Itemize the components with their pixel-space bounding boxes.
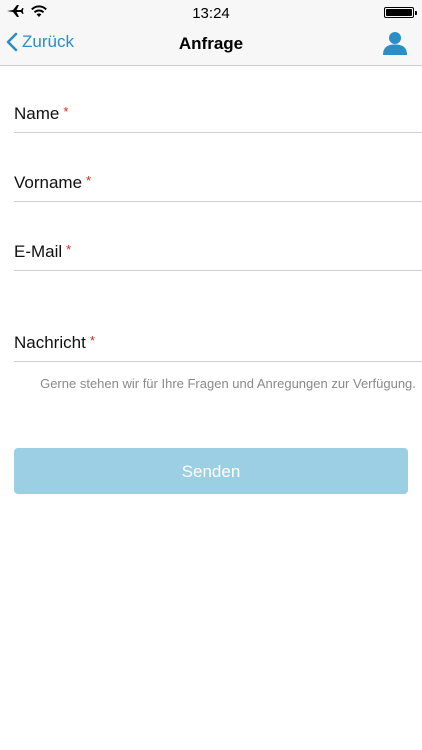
- info-text: Gerne stehen wir für Ihre Fragen und Anr…: [40, 376, 416, 391]
- nachricht-field[interactable]: Nachricht *: [14, 333, 422, 362]
- nav-bar: Zurück Anfrage: [0, 24, 422, 66]
- vorname-field[interactable]: Vorname *: [14, 173, 422, 202]
- status-bar: 13:24: [0, 0, 422, 24]
- status-time: 13:24: [192, 5, 230, 22]
- email-field[interactable]: E-Mail *: [14, 242, 422, 271]
- send-button[interactable]: Senden: [14, 448, 408, 494]
- page-title: Anfrage: [178, 34, 244, 53]
- name-field[interactable]: Name *: [14, 104, 422, 133]
- battery-fill: [386, 9, 412, 16]
- user-icon[interactable]: [382, 30, 408, 56]
- battery-icon: [384, 7, 417, 18]
